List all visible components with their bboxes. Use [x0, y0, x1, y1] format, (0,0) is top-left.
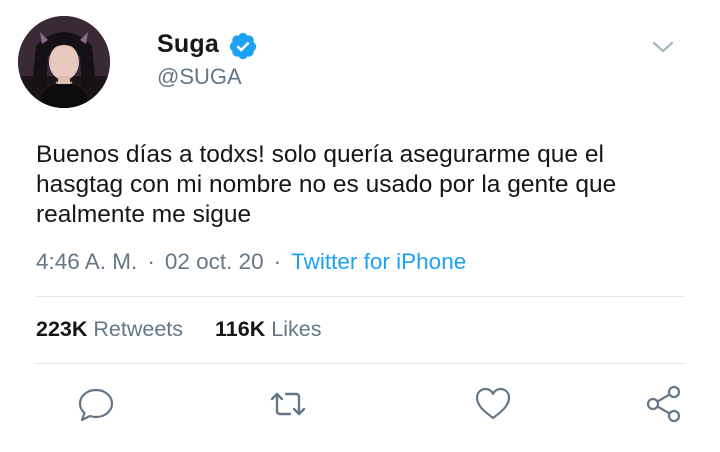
like-icon[interactable]	[473, 384, 513, 424]
reply-icon[interactable]	[76, 384, 116, 424]
retweet-icon[interactable]	[268, 384, 308, 424]
tweet-card: Suga @SUGA Buenos días a todxs! solo que…	[0, 0, 720, 452]
chevron-down-icon[interactable]	[648, 32, 678, 62]
retweets-stat[interactable]: 223K Retweets	[36, 317, 183, 342]
retweets-count: 223K	[36, 317, 88, 341]
tweet-time[interactable]: 4:46 A. M.	[36, 249, 137, 274]
avatar[interactable]	[18, 16, 110, 108]
likes-label: Likes	[271, 317, 322, 341]
divider	[36, 296, 684, 297]
retweets-label: Retweets	[93, 317, 184, 341]
meta-separator: ·	[147, 249, 155, 274]
verified-badge-icon	[229, 32, 257, 60]
display-name[interactable]: Suga	[157, 30, 219, 59]
tweet-source-link[interactable]: Twitter for iPhone	[291, 249, 466, 274]
likes-count: 116K	[215, 317, 266, 341]
divider	[36, 363, 684, 364]
tweet-text: Buenos días a todxs! solo quería asegura…	[36, 141, 617, 228]
tweet-meta: 4:46 A. M. · 02 oct. 20 · Twitter for iPhone	[36, 249, 466, 275]
likes-stat[interactable]: 116K Likes	[215, 317, 321, 342]
handle[interactable]: @SUGA	[157, 64, 242, 90]
tweet-stats: 223K Retweets 116K Likes	[36, 317, 321, 342]
tweet-date[interactable]: 02 oct. 20	[165, 249, 264, 274]
meta-separator: ·	[273, 249, 282, 274]
share-icon[interactable]	[644, 384, 684, 424]
